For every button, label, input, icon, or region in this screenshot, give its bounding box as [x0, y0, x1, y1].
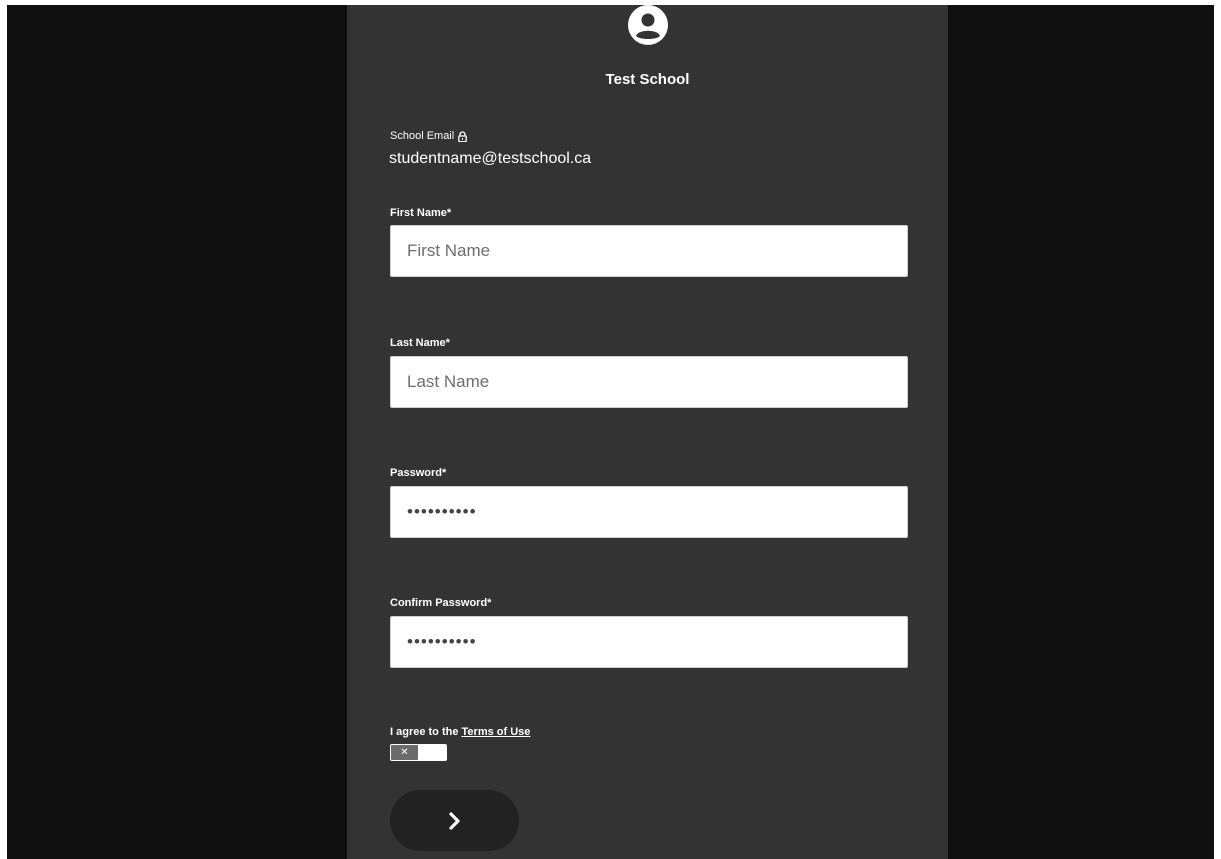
toggle-off-icon: ✕ [391, 745, 418, 760]
terms-agreement: I agree to the Terms of Use [390, 726, 530, 738]
terms-of-use-link[interactable]: Terms of Use [462, 726, 531, 738]
lock-icon [458, 130, 468, 142]
user-circle-icon [628, 5, 668, 45]
school-name: Test School [605, 71, 690, 88]
confirm-password-label: Confirm Password* [390, 597, 492, 609]
terms-prefix: I agree to the [390, 726, 462, 738]
last-name-label: Last Name* [390, 337, 450, 349]
first-name-label: First Name* [390, 207, 452, 219]
school-email-label: School Email [390, 130, 468, 142]
school-email-label-text: School Email [390, 130, 455, 142]
confirm-password-input[interactable] [390, 616, 908, 668]
last-name-input[interactable] [390, 356, 908, 408]
next-button[interactable] [390, 790, 519, 851]
signup-panel: Test School School Email studentname@tes… [347, 5, 948, 859]
school-email-value: studentname@testschool.ca [389, 150, 592, 167]
first-name-input[interactable] [390, 225, 908, 277]
password-label: Password* [390, 467, 447, 479]
password-input[interactable] [390, 486, 908, 538]
terms-toggle[interactable]: ✕ [390, 744, 447, 761]
chevron-right-icon [448, 811, 460, 830]
page-background: Test School School Email studentname@tes… [7, 5, 1214, 859]
